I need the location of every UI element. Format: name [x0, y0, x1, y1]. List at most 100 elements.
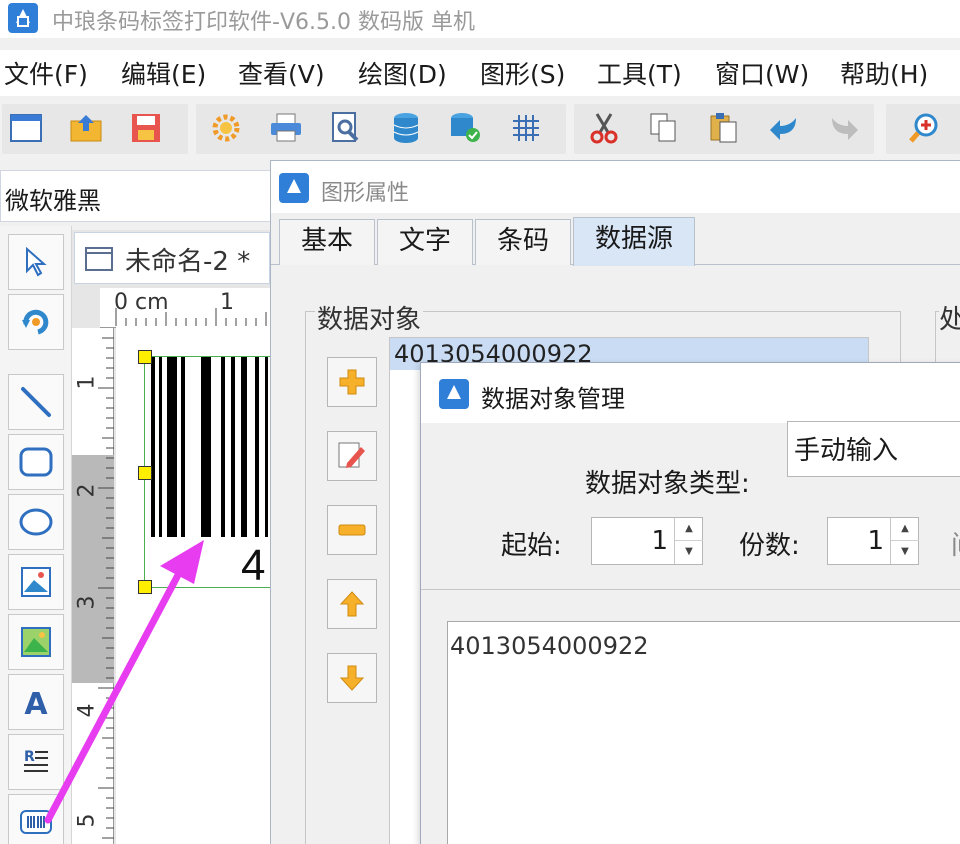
move-down-button[interactable]	[327, 653, 377, 703]
start-value: 1	[651, 526, 668, 556]
menu-edit[interactable]: 编辑(E)	[121, 55, 206, 91]
copies-increment-button[interactable]: ▲	[891, 518, 919, 541]
scissors-icon	[590, 113, 618, 144]
save-icon	[132, 114, 160, 142]
vertical-ruler: 1 2 3 4 5	[72, 328, 114, 844]
edit-data-object-button[interactable]	[327, 431, 377, 481]
barcode-human-readable-digit: 4	[241, 541, 266, 590]
tab-data-source[interactable]: 数据源	[573, 217, 695, 266]
menu-window[interactable]: 窗口(W)	[715, 55, 809, 91]
edit-pencil-icon	[338, 442, 365, 468]
selection-handle-middle-left[interactable]	[138, 466, 152, 480]
rounded-rectangle-tool-button[interactable]	[8, 434, 64, 490]
image-tool-button[interactable]	[8, 614, 64, 670]
save-button[interactable]	[128, 110, 164, 146]
data-object-type-select[interactable]: 手动输入	[787, 421, 960, 477]
copies-spinner[interactable]: 1 ▲ ▼	[827, 517, 919, 565]
pointer-arrow-icon	[26, 247, 47, 277]
horizontal-ruler: 0 cm 1	[100, 288, 272, 328]
text-a-icon: A	[24, 687, 48, 718]
data-objects-label: 数据对象	[315, 299, 424, 336]
start-spinner-arrows: ▲ ▼	[674, 518, 703, 564]
database-connect-button[interactable]	[448, 110, 484, 146]
undo-button[interactable]	[766, 110, 802, 146]
management-dialog-header: 数据对象管理	[421, 363, 960, 423]
settings-button[interactable]	[208, 110, 244, 146]
redo-icon	[832, 118, 858, 140]
start-increment-button[interactable]: ▲	[675, 518, 703, 541]
selection-handle-top-left[interactable]	[138, 350, 152, 364]
print-preview-button[interactable]	[328, 110, 364, 146]
ruler-mark-4: 4	[74, 703, 100, 718]
data-object-management-dialog: 数据对象管理 数据对象类型: 手动输入 起始: 1 ▲ ▼ 份数: 1 ▲ ▼ …	[420, 362, 960, 844]
tab-text[interactable]: 文字	[377, 219, 473, 265]
barcode-tool-button[interactable]	[8, 794, 64, 844]
grid-icon	[513, 115, 539, 141]
new-document-button[interactable]	[8, 110, 44, 146]
rich-text-tool-button[interactable]: R	[8, 734, 64, 790]
copies-value: 1	[867, 526, 884, 556]
menu-view[interactable]: 查看(V)	[238, 55, 325, 91]
document-tab-title: 未命名-2 *	[125, 247, 251, 277]
minus-icon	[338, 524, 366, 536]
paste-button[interactable]	[706, 110, 742, 146]
manual-input-textarea[interactable]: 4013054000922	[447, 621, 960, 844]
tab-barcode[interactable]: 条码	[475, 219, 571, 265]
menu-draw[interactable]: 绘图(D)	[358, 55, 447, 91]
start-spinner[interactable]: 1 ▲ ▼	[591, 517, 703, 565]
management-dialog-title: 数据对象管理	[481, 385, 625, 413]
properties-dialog-header: 图形属性	[271, 161, 960, 213]
start-decrement-button[interactable]: ▼	[675, 541, 703, 564]
line-tool-button[interactable]	[8, 374, 64, 430]
arrow-down-icon	[339, 665, 365, 691]
ruler-mark-5: 5	[74, 813, 100, 828]
delete-data-object-button[interactable]	[327, 505, 377, 555]
redo-button[interactable]	[826, 110, 862, 146]
print-button[interactable]	[268, 110, 304, 146]
title-bar: 中琅条码标签打印软件-V6.5.0 数码版 单机	[0, 0, 960, 38]
gear-icon	[212, 114, 240, 142]
vertical-ruler-ticks	[98, 337, 114, 839]
text-tool-button[interactable]: A	[8, 674, 64, 730]
grid-button[interactable]	[508, 110, 544, 146]
window-title: 中琅条码标签打印软件-V6.5.0 数码版 单机	[52, 10, 475, 35]
line-icon	[21, 387, 51, 417]
font-selector[interactable]: 微软雅黑	[0, 170, 272, 222]
open-file-button[interactable]	[68, 110, 104, 146]
add-data-object-button[interactable]	[327, 357, 377, 407]
dialog-app-icon	[279, 173, 309, 203]
move-up-button[interactable]	[327, 579, 377, 629]
print-preview-icon	[332, 112, 359, 142]
drawing-toolbox: A R	[0, 226, 72, 844]
menu-help[interactable]: 帮助(H)	[840, 55, 928, 91]
copy-button[interactable]	[646, 110, 682, 146]
selection-handle-bottom-left[interactable]	[138, 580, 152, 594]
database-check-icon	[451, 113, 480, 142]
document-tab[interactable]: 未命名-2 *	[74, 232, 270, 284]
ellipse-tool-button[interactable]	[8, 494, 64, 550]
ruler-label-0cm: 0 cm	[114, 290, 169, 315]
database-button[interactable]	[388, 110, 424, 146]
ruler-mark-3: 3	[74, 595, 100, 610]
tab-basic[interactable]: 基本	[279, 219, 375, 265]
menu-tools[interactable]: 工具(T)	[597, 55, 682, 91]
open-folder-icon	[70, 115, 102, 142]
barcode-object[interactable]: 4	[144, 356, 272, 590]
zoom-in-button[interactable]	[906, 110, 942, 146]
select-tool-button[interactable]	[8, 234, 64, 290]
interval-label: 间	[951, 525, 960, 562]
document-window-icon	[85, 247, 113, 271]
properties-tabstrip: 基本 文字 条码 数据源	[271, 213, 960, 266]
menu-file[interactable]: 文件(F)	[4, 55, 88, 91]
copies-decrement-button[interactable]: ▼	[891, 541, 919, 564]
cut-button[interactable]	[586, 110, 622, 146]
menu-shape[interactable]: 图形(S)	[480, 55, 565, 91]
rotate-tool-button[interactable]	[8, 294, 64, 350]
svg-text:R: R	[24, 749, 35, 765]
paste-icon	[710, 113, 737, 143]
picture-tool-button[interactable]	[8, 554, 64, 610]
picture-icon	[21, 567, 51, 597]
arrow-up-icon	[339, 591, 365, 617]
menu-bar: 文件(F) 编辑(E) 查看(V) 绘图(D) 图形(S) 工具(T) 窗口(W…	[0, 50, 960, 96]
ellipse-icon	[19, 508, 53, 536]
